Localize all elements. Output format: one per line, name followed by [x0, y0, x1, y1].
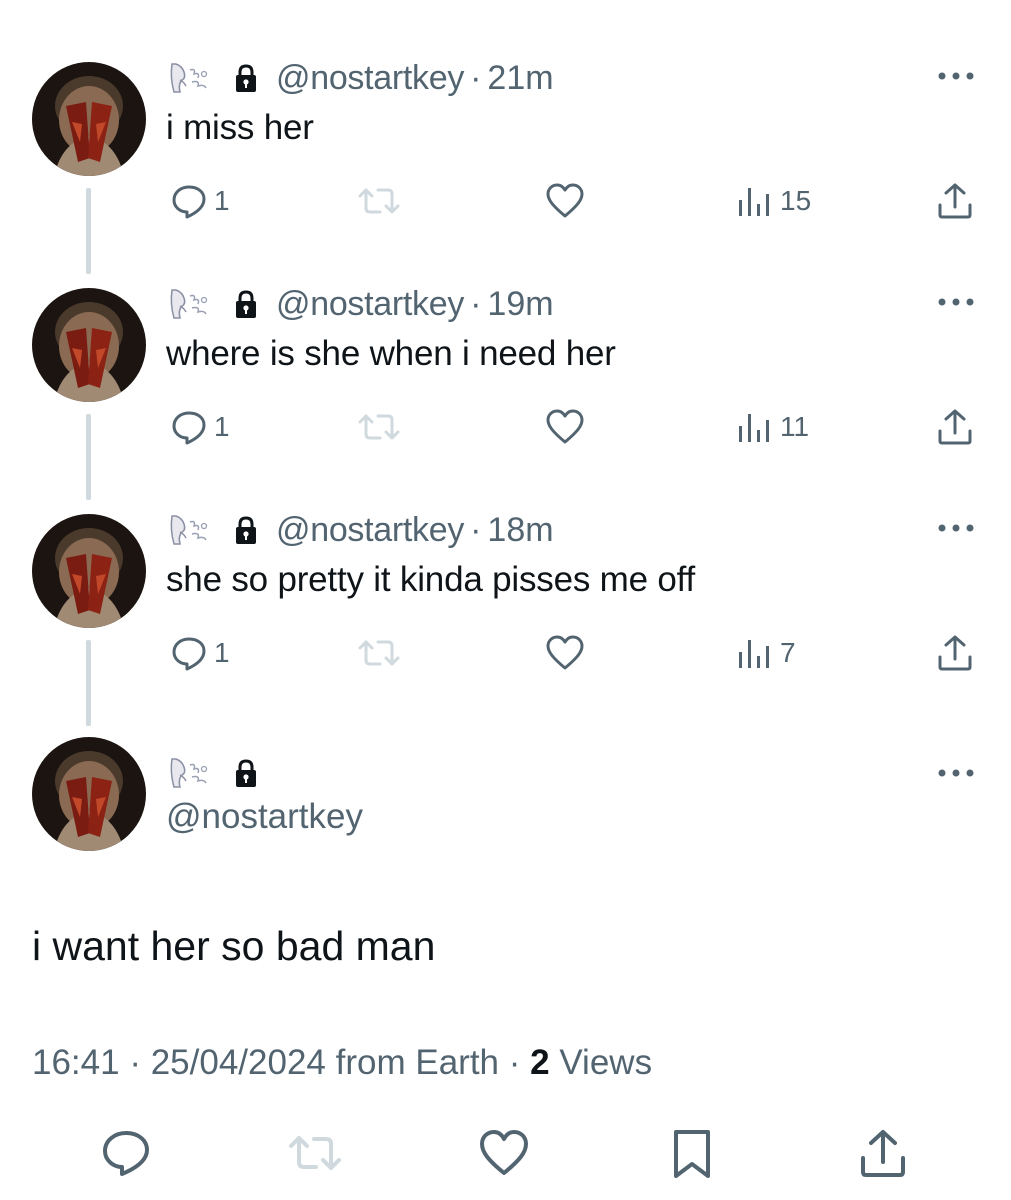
retweet-button[interactable] [356, 178, 402, 224]
lock-icon [230, 62, 262, 94]
like-button[interactable] [545, 630, 585, 676]
tweet-time[interactable]: 16:41 [32, 1043, 120, 1082]
views-button[interactable]: 7 [736, 630, 796, 676]
views-chart-icon [739, 188, 769, 216]
bookmark-button[interactable] [670, 1128, 714, 1185]
heart-icon [546, 635, 584, 670]
views-count: 11 [780, 411, 810, 442]
share-icon [938, 635, 972, 671]
tweet-text: where is she when i need her [166, 334, 616, 373]
thread-connector [86, 640, 91, 726]
share-button[interactable] [858, 1128, 908, 1185]
tweet-meta: 16:41 · 25/04/2024 from Earth · 2 Views [32, 1043, 652, 1083]
display-name-emoji-icon [166, 60, 216, 96]
author-row: @nostartkey · 21m [166, 58, 554, 98]
more-options-icon[interactable] [936, 765, 976, 781]
lock-icon [230, 514, 262, 546]
author-row: @nostartkey · 19m [166, 284, 554, 324]
separator: · [129, 1043, 141, 1082]
share-button[interactable] [936, 404, 974, 450]
reply-count: 1 [214, 411, 230, 442]
share-icon [938, 183, 972, 219]
views-count: 15 [780, 185, 812, 216]
retweet-button[interactable] [286, 1128, 344, 1183]
more-options-icon[interactable] [936, 294, 976, 310]
avatar[interactable] [32, 737, 146, 851]
heart-icon [546, 409, 584, 444]
heart-icon [480, 1130, 528, 1175]
reply-icon [103, 1131, 149, 1176]
tweet-text: i miss her [166, 108, 314, 147]
separator: · [470, 510, 482, 549]
tweet-actions: 1 15 [0, 178, 1011, 224]
heart-icon [546, 183, 584, 218]
like-button[interactable] [545, 178, 585, 224]
like-button[interactable] [478, 1128, 530, 1183]
tweet-actions: 1 11 [0, 404, 1011, 450]
reply-button[interactable]: 1 [170, 178, 230, 224]
views-button[interactable]: 11 [736, 404, 809, 450]
tweet-date[interactable]: 25/04/2024 [151, 1043, 326, 1082]
author-handle[interactable]: @nostartkey [276, 285, 464, 324]
display-name-emoji-icon [166, 286, 216, 322]
display-name-emoji-icon [166, 512, 216, 548]
main-tweet-actions [0, 1122, 1011, 1182]
author-row: @nostartkey · 18m [166, 510, 554, 550]
reply-button[interactable]: 1 [170, 630, 230, 676]
views-chart-icon [739, 414, 769, 442]
avatar[interactable] [32, 514, 146, 628]
retweet-button[interactable] [356, 404, 402, 450]
lock-icon [230, 288, 262, 320]
like-button[interactable] [545, 404, 585, 450]
reply-button[interactable] [100, 1128, 152, 1183]
views-chart-icon [739, 640, 769, 668]
author-handle[interactable]: @nostartkey [276, 59, 464, 98]
thread-tweet[interactable]: @nostartkey · 18m she so pretty it kinda… [0, 452, 1011, 678]
retweet-icon [289, 1136, 341, 1170]
tweet-source: from Earth [335, 1043, 500, 1082]
separator: · [470, 284, 482, 323]
reply-icon [172, 185, 206, 219]
display-name-emoji-icon [166, 755, 216, 791]
share-button[interactable] [936, 630, 974, 676]
retweet-button[interactable] [356, 630, 402, 676]
views-label: Views [559, 1043, 653, 1082]
reply-count: 1 [214, 185, 230, 216]
author-row [166, 753, 262, 793]
views-button[interactable]: 15 [736, 178, 811, 224]
tweet-text: she so pretty it kinda pisses me off [166, 560, 696, 599]
bookmark-icon [674, 1130, 710, 1178]
lock-icon [230, 757, 262, 789]
tweet-time[interactable]: 19m [487, 285, 553, 324]
more-options-icon[interactable] [936, 520, 976, 536]
tweet-time[interactable]: 21m [487, 59, 553, 98]
reply-icon [172, 411, 206, 445]
tweet-text: i want her so bad man [32, 923, 436, 969]
retweet-icon [358, 640, 400, 666]
thread-tweet[interactable]: @nostartkey · 19m where is she when i ne… [0, 226, 1011, 452]
separator: · [508, 1043, 521, 1082]
share-icon [938, 409, 972, 445]
reply-icon [172, 637, 206, 671]
views-count: 7 [780, 637, 796, 668]
avatar[interactable] [32, 62, 146, 176]
share-button[interactable] [936, 178, 974, 224]
views-count: 2 [530, 1043, 550, 1082]
tweet-actions: 1 7 [0, 630, 1011, 676]
share-icon [861, 1130, 905, 1177]
more-options-icon[interactable] [936, 68, 976, 84]
retweet-icon [358, 188, 400, 214]
reply-count: 1 [214, 637, 230, 668]
tweet-time[interactable]: 18m [487, 511, 553, 550]
author-handle[interactable]: @nostartkey [166, 797, 363, 837]
separator: · [470, 58, 482, 97]
thread-tweet[interactable]: @nostartkey · 21m i miss her 1 15 [0, 0, 1011, 226]
author-handle[interactable]: @nostartkey [276, 511, 464, 550]
avatar[interactable] [32, 288, 146, 402]
retweet-icon [358, 414, 400, 440]
reply-button[interactable]: 1 [170, 404, 230, 450]
